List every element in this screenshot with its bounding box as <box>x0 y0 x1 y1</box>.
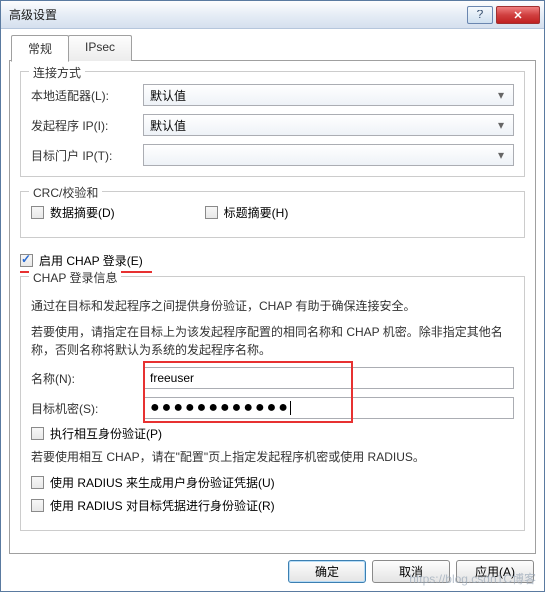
header-digest-label: 标题摘要(H) <box>224 204 289 221</box>
tab-general[interactable]: 常规 <box>11 35 69 62</box>
connect-group: 连接方式 本地适配器(L): 默认值 ▾ 发起程序 IP(I): 默认值 ▾ <box>20 71 525 177</box>
apply-button[interactable]: 应用(A) <box>456 560 534 583</box>
secret-input[interactable]: ●●●●●●●●●●●● <box>143 397 514 419</box>
target-combo[interactable]: ▾ <box>143 144 514 166</box>
chevron-down-icon: ▾ <box>493 147 509 163</box>
initiator-value: 默认值 <box>150 117 493 134</box>
adapter-combo[interactable]: 默认值 ▾ <box>143 84 514 106</box>
svg-text:?: ? <box>477 10 484 20</box>
checkbox-checked-icon <box>20 254 33 267</box>
name-input[interactable]: freeuser <box>143 367 514 389</box>
radius2-label: 使用 RADIUS 对目标凭据进行身份验证(R) <box>50 497 275 514</box>
chap-desc2: 若要使用，请指定在目标上为该发起程序配置的相同名称和 CHAP 机密。除非指定其… <box>31 323 514 359</box>
dialog-window: 高级设置 ? 常规 IPsec 连接方式 本地适配器(L): 默认值 ▾ <box>0 0 545 592</box>
target-label: 目标门户 IP(T): <box>31 147 143 164</box>
radius1-label: 使用 RADIUS 来生成用户身份验证凭据(U) <box>50 474 275 491</box>
titlebar: 高级设置 ? <box>1 1 544 29</box>
mutual-checkbox[interactable]: 执行相互身份验证(P) <box>31 425 514 442</box>
mutual-desc: 若要使用相互 CHAP，请在"配置"页上指定发起程序机密或使用 RADIUS。 <box>31 448 514 466</box>
mutual-label: 执行相互身份验证(P) <box>50 425 162 442</box>
data-digest-label: 数据摘要(D) <box>50 204 115 221</box>
name-label: 名称(N): <box>31 370 143 387</box>
chevron-down-icon: ▾ <box>493 117 509 133</box>
name-value: freeuser <box>150 371 194 385</box>
checkbox-icon <box>205 206 218 219</box>
adapter-value: 默认值 <box>150 87 493 104</box>
chap-legend: CHAP 登录信息 <box>29 269 121 286</box>
chap-fields: 名称(N): freeuser 目标机密(S): ●●●●●●●●●●●● <box>31 367 514 419</box>
checkbox-icon <box>31 427 44 440</box>
checkbox-icon <box>31 499 44 512</box>
header-digest-checkbox[interactable]: 标题摘要(H) <box>205 204 289 221</box>
enable-chap-label: 启用 CHAP 登录(E) <box>39 252 143 269</box>
secret-label: 目标机密(S): <box>31 400 143 417</box>
adapter-label: 本地适配器(L): <box>31 87 143 104</box>
crc-legend: CRC/校验和 <box>29 184 102 201</box>
crc-group: CRC/校验和 数据摘要(D) 标题摘要(H) <box>20 191 525 238</box>
chap-desc1: 通过在目标和发起程序之间提供身份验证，CHAP 有助于确保连接安全。 <box>31 297 514 315</box>
radius2-checkbox[interactable]: 使用 RADIUS 对目标凭据进行身份验证(R) <box>31 497 514 514</box>
window-title: 高级设置 <box>9 6 467 23</box>
checkbox-icon <box>31 206 44 219</box>
chap-group: CHAP 登录信息 通过在目标和发起程序之间提供身份验证，CHAP 有助于确保连… <box>20 276 525 531</box>
enable-chap-checkbox[interactable]: 启用 CHAP 登录(E) <box>20 252 525 269</box>
cancel-button[interactable]: 取消 <box>372 560 450 583</box>
tab-strip: 常规 IPsec <box>9 35 536 61</box>
close-button[interactable] <box>496 6 540 24</box>
chevron-down-icon: ▾ <box>493 87 509 103</box>
dialog-footer: 确定 取消 应用(A) <box>9 554 536 583</box>
data-digest-checkbox[interactable]: 数据摘要(D) <box>31 204 115 221</box>
radius1-checkbox[interactable]: 使用 RADIUS 来生成用户身份验证凭据(U) <box>31 474 514 491</box>
tab-ipsec[interactable]: IPsec <box>68 35 132 61</box>
tab-panel: 连接方式 本地适配器(L): 默认值 ▾ 发起程序 IP(I): 默认值 ▾ <box>9 60 536 554</box>
ok-button[interactable]: 确定 <box>288 560 366 583</box>
initiator-label: 发起程序 IP(I): <box>31 117 143 134</box>
initiator-combo[interactable]: 默认值 ▾ <box>143 114 514 136</box>
checkbox-icon <box>31 476 44 489</box>
window-buttons: ? <box>467 6 540 24</box>
help-button[interactable]: ? <box>467 6 493 24</box>
connect-legend: 连接方式 <box>29 64 85 81</box>
secret-value: ●●●●●●●●●●●● <box>150 399 290 417</box>
